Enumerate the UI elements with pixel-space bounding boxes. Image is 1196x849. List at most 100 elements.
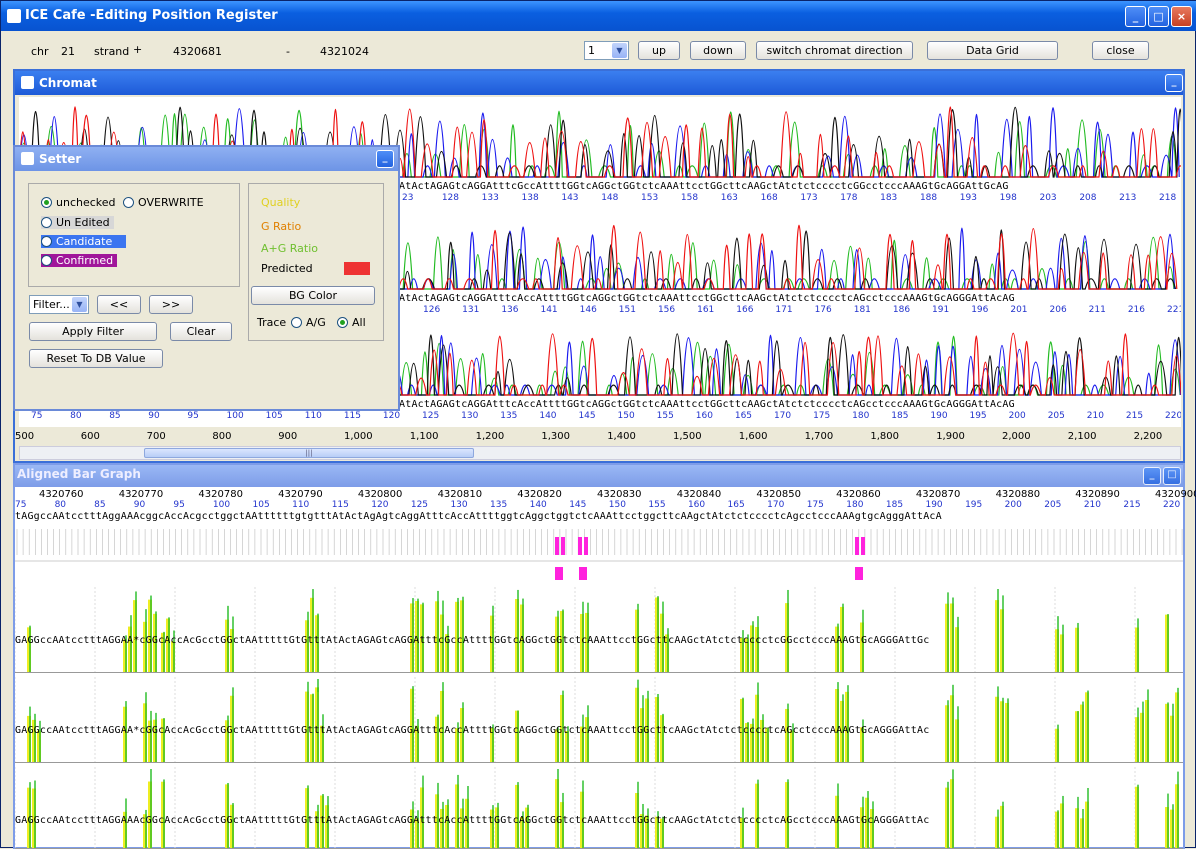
candidate-marker[interactable] [855, 567, 863, 580]
confirmed-radio[interactable]: Confirmed [41, 254, 118, 267]
number-label: 141 [540, 305, 558, 315]
start-position: 4320681 [173, 45, 222, 58]
number-label: 105 [252, 500, 270, 510]
number-label: 180 [846, 500, 864, 510]
chr-value: 21 [61, 45, 75, 58]
radio-dot-icon [41, 197, 52, 208]
java-icon [21, 152, 34, 165]
number-label: 170 [773, 411, 792, 421]
trace-all-radio[interactable]: All [337, 316, 366, 329]
number-label: 181 [853, 305, 871, 315]
number-label: 200 [1008, 411, 1026, 421]
number-label: 220 [1165, 411, 1181, 421]
number-label: 185 [891, 411, 909, 421]
ag-ratio-legend: A+G Ratio [261, 242, 319, 255]
chromat-horizontal-scrollbar[interactable]: ||| [19, 446, 1181, 460]
number-label: 215 [1123, 500, 1141, 510]
axis-tick-label: 1,000 [344, 431, 373, 442]
edit-marker[interactable] [555, 537, 559, 555]
switch-chromat-direction-button[interactable]: switch chromat direction [756, 41, 913, 60]
maximize-button[interactable]: □ [1148, 6, 1169, 27]
candidate-marker[interactable] [555, 567, 563, 580]
legend-panel: Quality G Ratio A+G Ratio Predicted BG C… [248, 183, 384, 341]
chromat-title: Chromat [39, 76, 97, 90]
java-icon [7, 9, 21, 23]
overwrite-radio[interactable]: OVERWRITE [123, 196, 204, 209]
number-label: 210 [1083, 500, 1101, 510]
number-label: 210 [1086, 411, 1104, 421]
edit-marker[interactable] [584, 537, 588, 555]
scrollbar-thumb[interactable]: ||| [144, 448, 474, 458]
number-label: 23 [402, 193, 414, 203]
edit-marker[interactable] [561, 537, 565, 555]
close-window-button[interactable]: × [1171, 6, 1192, 27]
scroll-grip: ||| [305, 449, 313, 457]
bar-sequence-2: GAGGccAAtcctttAGGAA*cGGcAccAcGcctGGctAAt… [15, 725, 930, 736]
down-button[interactable]: down [690, 41, 746, 60]
number-label: 160 [695, 411, 713, 421]
range-dash: - [286, 45, 290, 58]
number-label: 178 [840, 193, 858, 203]
edit-marker[interactable] [578, 537, 582, 555]
bg-color-button[interactable]: BG Color [251, 286, 375, 305]
number-label: 4320810 [437, 489, 483, 500]
number-label: 90 [133, 500, 146, 510]
radio-dot-icon [41, 236, 52, 247]
clear-button[interactable]: Clear [170, 322, 232, 341]
chromat-sequence-3: AtActAGAGtcAGGAtttcAccAttttGGtcAGGctGGtc… [399, 399, 1015, 410]
number-label: 75 [31, 411, 43, 421]
bar-graph-minimize-button[interactable]: _ [1143, 467, 1161, 485]
edit-marker[interactable] [855, 537, 859, 555]
window-title: ICE Cafe -Editing Position Register [25, 8, 278, 23]
axis-tick-label: 2,200 [1133, 431, 1163, 442]
number-label: 120 [371, 500, 389, 510]
number-label: 170 [767, 500, 785, 510]
close-button[interactable]: close [1092, 41, 1149, 60]
bar-graph-maximize-button[interactable]: □ [1163, 467, 1181, 485]
chromat-minimize-button[interactable]: _ [1165, 74, 1183, 92]
number-label: 161 [697, 305, 715, 315]
chevron-down-icon: ▼ [612, 43, 627, 58]
axis-tick-label: 1,900 [936, 431, 965, 442]
number-label: 193 [959, 193, 977, 203]
number-label: 95 [173, 500, 185, 510]
bar-track-2 [15, 677, 1183, 763]
chr-label: chr [31, 45, 49, 58]
unchecked-radio[interactable]: unchecked [41, 196, 116, 209]
number-label: 205 [1044, 500, 1062, 510]
number-label: 215 [1125, 411, 1144, 421]
number-label: 183 [880, 193, 898, 203]
number-label: 195 [969, 411, 987, 421]
minimize-button[interactable]: _ [1125, 6, 1146, 27]
number-label: 151 [618, 305, 636, 315]
axis-tick-label: 900 [278, 431, 298, 442]
number-label: 216 [1127, 305, 1146, 315]
number-label: 221 [1167, 305, 1181, 315]
next-button[interactable]: >> [149, 295, 193, 314]
number-label: 150 [608, 500, 626, 510]
number-label: 125 [422, 411, 440, 421]
candidate-marker[interactable] [579, 567, 587, 580]
predicted-legend: Predicted [261, 262, 313, 275]
apply-filter-button[interactable]: Apply Filter [29, 322, 157, 341]
unedited-label: Un Edited [56, 216, 110, 229]
position-select[interactable]: 1 ▼ [584, 41, 629, 60]
filter-select[interactable]: Filter... ▼ [29, 295, 89, 314]
setter-minimize-button[interactable]: _ [376, 150, 394, 168]
trace-ag-radio[interactable]: A/G [291, 316, 326, 329]
data-grid-button[interactable]: Data Grid [927, 41, 1058, 60]
up-button[interactable]: up [638, 41, 680, 60]
edit-marker[interactable] [861, 537, 865, 555]
number-label: 110 [292, 500, 310, 510]
number-label: 155 [656, 411, 674, 421]
number-label: 4320850 [756, 489, 801, 500]
previous-button[interactable]: << [97, 295, 141, 314]
reset-to-db-button[interactable]: Reset To DB Value [29, 349, 163, 368]
candidate-radio[interactable]: Candidate [41, 235, 127, 248]
number-label: 128 [441, 193, 460, 203]
unedited-radio[interactable]: Un Edited [41, 216, 114, 229]
chevron-down-icon: ▼ [72, 297, 87, 312]
number-label: 168 [760, 193, 778, 203]
chromat-sequence-1: AtActAGAGtcAGGAtttcGccAttttGGtcAGGctGGtc… [399, 181, 1009, 192]
setter-dialog: Setter _ unchecked OVERWRITE Un Edited C… [13, 145, 400, 411]
